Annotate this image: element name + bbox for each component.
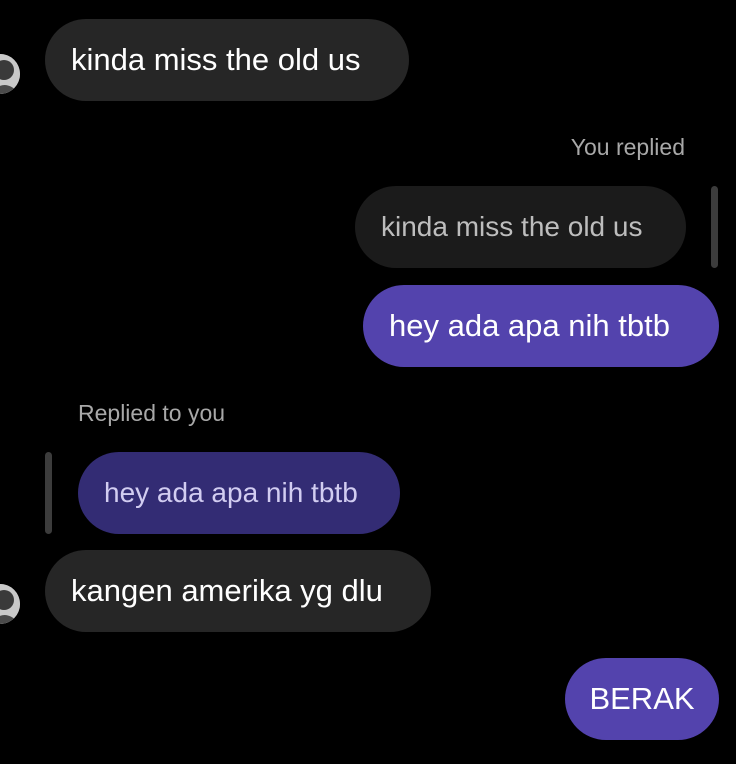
quoted-text: hey ada apa nih tbtb — [104, 477, 358, 508]
message-bubble[interactable]: BERAK — [565, 658, 719, 740]
message-text: hey ada apa nih tbtb — [389, 308, 670, 343]
message-text: BERAK — [589, 681, 695, 716]
message-text: kinda miss the old us — [71, 42, 361, 77]
message-text: kangen amerika yg dlu — [71, 573, 383, 608]
message-bubble[interactable]: kinda miss the old us — [45, 19, 409, 101]
quoted-message-bubble[interactable]: kinda miss the old us — [355, 186, 686, 268]
message-bubble[interactable]: hey ada apa nih tbtb — [363, 285, 719, 367]
avatar-icon[interactable] — [0, 584, 20, 624]
quoted-message-bubble[interactable]: hey ada apa nih tbtb — [78, 452, 400, 534]
quoted-text: kinda miss the old us — [381, 211, 643, 242]
quote-bar — [711, 186, 718, 268]
avatar-icon[interactable] — [0, 54, 20, 94]
reply-label: Replied to you — [78, 400, 226, 426]
quote-bar — [45, 452, 52, 534]
reply-label: You replied — [570, 134, 685, 160]
message-bubble[interactable]: kangen amerika yg dlu — [45, 550, 431, 632]
